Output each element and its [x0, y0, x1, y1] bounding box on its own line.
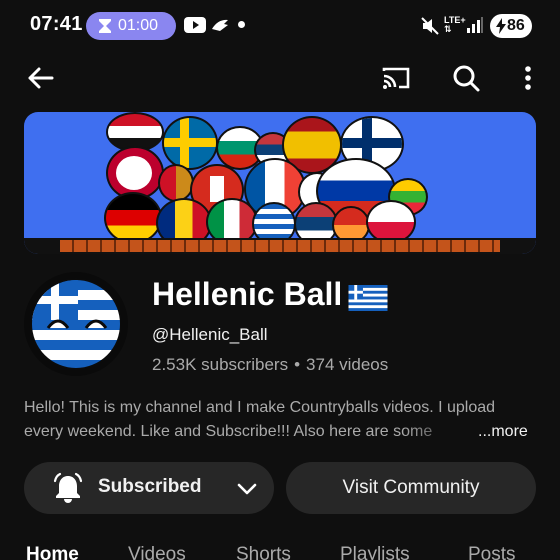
timer-text: 01:00	[118, 17, 159, 34]
more-vert-icon[interactable]	[512, 62, 544, 94]
youtube-notification-icon	[184, 17, 206, 33]
app-notification-icon	[212, 19, 228, 31]
channel-handle: @Hellenic_Ball	[152, 325, 268, 344]
banner-bricks	[60, 240, 500, 252]
subscribed-button[interactable]: Subscribed	[24, 462, 274, 514]
hourglass-icon	[99, 19, 111, 33]
channel-banner	[24, 112, 536, 254]
data-arrows-icon: ⇅	[444, 24, 452, 34]
signal-icon	[467, 17, 483, 33]
visit-community-label: Visit Community	[342, 477, 480, 498]
battery-indicator: 86	[490, 14, 532, 38]
mute-icon	[421, 17, 439, 35]
bell-icon	[53, 472, 83, 503]
subscribed-label: Subscribed	[98, 476, 202, 497]
tab-videos[interactable]: Videos	[128, 544, 186, 560]
status-time: 07:41	[30, 13, 83, 35]
greece-flag-emoji-icon	[348, 285, 388, 311]
channel-description[interactable]: Hello! This is my channel and I make Cou…	[24, 396, 540, 444]
more-notifications-dot	[238, 21, 245, 28]
search-icon[interactable]	[450, 62, 482, 94]
visit-community-button[interactable]: Visit Community	[286, 462, 536, 514]
cast-icon[interactable]	[380, 62, 412, 94]
tab-playlists[interactable]: Playlists	[340, 544, 410, 560]
tab-shorts[interactable]: Shorts	[236, 544, 291, 560]
channel-avatar[interactable]	[24, 272, 128, 376]
more-link[interactable]: ...more	[478, 420, 528, 444]
subscriber-count: 2.53K subscribers	[152, 355, 289, 374]
chevron-down-icon	[237, 483, 257, 495]
description-line: Hello! This is my channel and I make Cou…	[24, 399, 496, 416]
video-count: 374 videos	[306, 355, 389, 374]
countryball	[162, 116, 218, 170]
countryball	[158, 164, 194, 202]
charging-bolt-icon	[496, 18, 506, 34]
channel-name: Hellenic Ball	[152, 276, 343, 312]
channel-stats: 2.53K subscribers • 374 videos	[152, 355, 388, 375]
channel-tabs: Home Videos Shorts Playlists Posts	[0, 540, 560, 560]
stats-separator: •	[294, 355, 301, 374]
description-line: every weekend. Like and Subscribe!!! Als…	[24, 423, 433, 440]
greek-flag-ball	[30, 278, 122, 370]
tab-posts[interactable]: Posts	[468, 544, 516, 560]
tab-home[interactable]: Home	[26, 544, 79, 560]
battery-level: 86	[507, 17, 525, 34]
network-type: LTE+ ⇅	[444, 15, 466, 34]
timer-chip[interactable]: 01:00	[86, 12, 176, 40]
arrow-left-icon[interactable]	[24, 62, 56, 94]
ball-eyes	[46, 319, 108, 329]
countryball	[104, 192, 162, 244]
status-bar: 07:41 01:00 LTE+ ⇅ 86	[0, 0, 560, 52]
